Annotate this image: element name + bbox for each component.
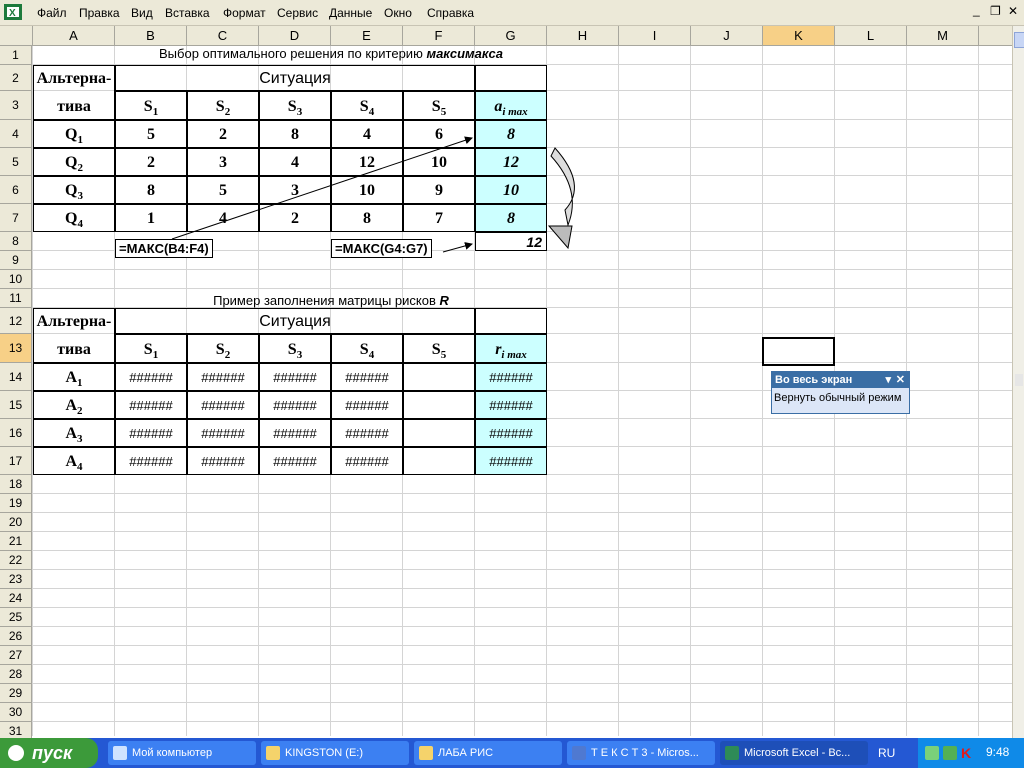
antivirus-icon[interactable]: K xyxy=(961,745,971,761)
dropdown-icon[interactable]: ▾ xyxy=(885,372,891,388)
task-label: ЛАБА РИС xyxy=(438,747,494,759)
scroll-thumb[interactable] xyxy=(1014,32,1024,48)
restore-normal-button[interactable]: Вернуть обычный режим xyxy=(774,392,901,404)
security-icon[interactable] xyxy=(943,746,957,760)
task-label: KINGSTON (E:) xyxy=(285,747,364,759)
start-button[interactable]: пуск xyxy=(0,738,98,768)
fullscreen-toolbar-title[interactable]: Во весь экран ▾ ✕ xyxy=(772,372,909,388)
start-label: пуск xyxy=(32,743,73,763)
task-word-document[interactable]: Т Е К С Т 3 - Micros... xyxy=(567,741,715,765)
task-kingston[interactable]: KINGSTON (E:) xyxy=(261,741,409,765)
close-icon[interactable]: ✕ xyxy=(896,372,905,388)
curved-arrow-base xyxy=(547,225,573,250)
system-tray: K 9:48 xyxy=(918,738,1024,768)
clock: 9:48 xyxy=(986,745,1010,759)
network-icon[interactable] xyxy=(925,746,939,760)
excel-icon xyxy=(725,746,739,760)
windows-logo-icon xyxy=(8,745,24,761)
language-indicator[interactable]: RU xyxy=(878,746,895,760)
task-laba-ris[interactable]: ЛАБА РИС xyxy=(414,741,562,765)
selected-cell[interactable] xyxy=(762,337,835,366)
folder-icon xyxy=(266,746,280,760)
task-label: Мой компьютер xyxy=(132,747,213,759)
word-icon xyxy=(572,746,586,760)
folder-icon xyxy=(419,746,433,760)
task-label: Microsoft Excel - Вс... xyxy=(744,747,851,759)
arrow-overlay xyxy=(171,136,575,253)
curved-arrow xyxy=(550,147,575,227)
computer-icon xyxy=(113,746,127,760)
task-my-computer[interactable]: Мой компьютер xyxy=(108,741,256,765)
task-label: Т Е К С Т 3 - Micros... xyxy=(591,747,699,759)
fullscreen-title-text: Во весь экран xyxy=(775,374,853,386)
fullscreen-toolbar: Во весь экран ▾ ✕ Вернуть обычный режим xyxy=(771,371,910,414)
task-excel[interactable]: Microsoft Excel - Вс... xyxy=(720,741,868,765)
scroll-middle-grip[interactable] xyxy=(1015,374,1023,386)
arrow-2 xyxy=(442,242,473,253)
arrow-1 xyxy=(171,136,473,240)
vertical-scrollbar[interactable] xyxy=(1012,26,1024,738)
